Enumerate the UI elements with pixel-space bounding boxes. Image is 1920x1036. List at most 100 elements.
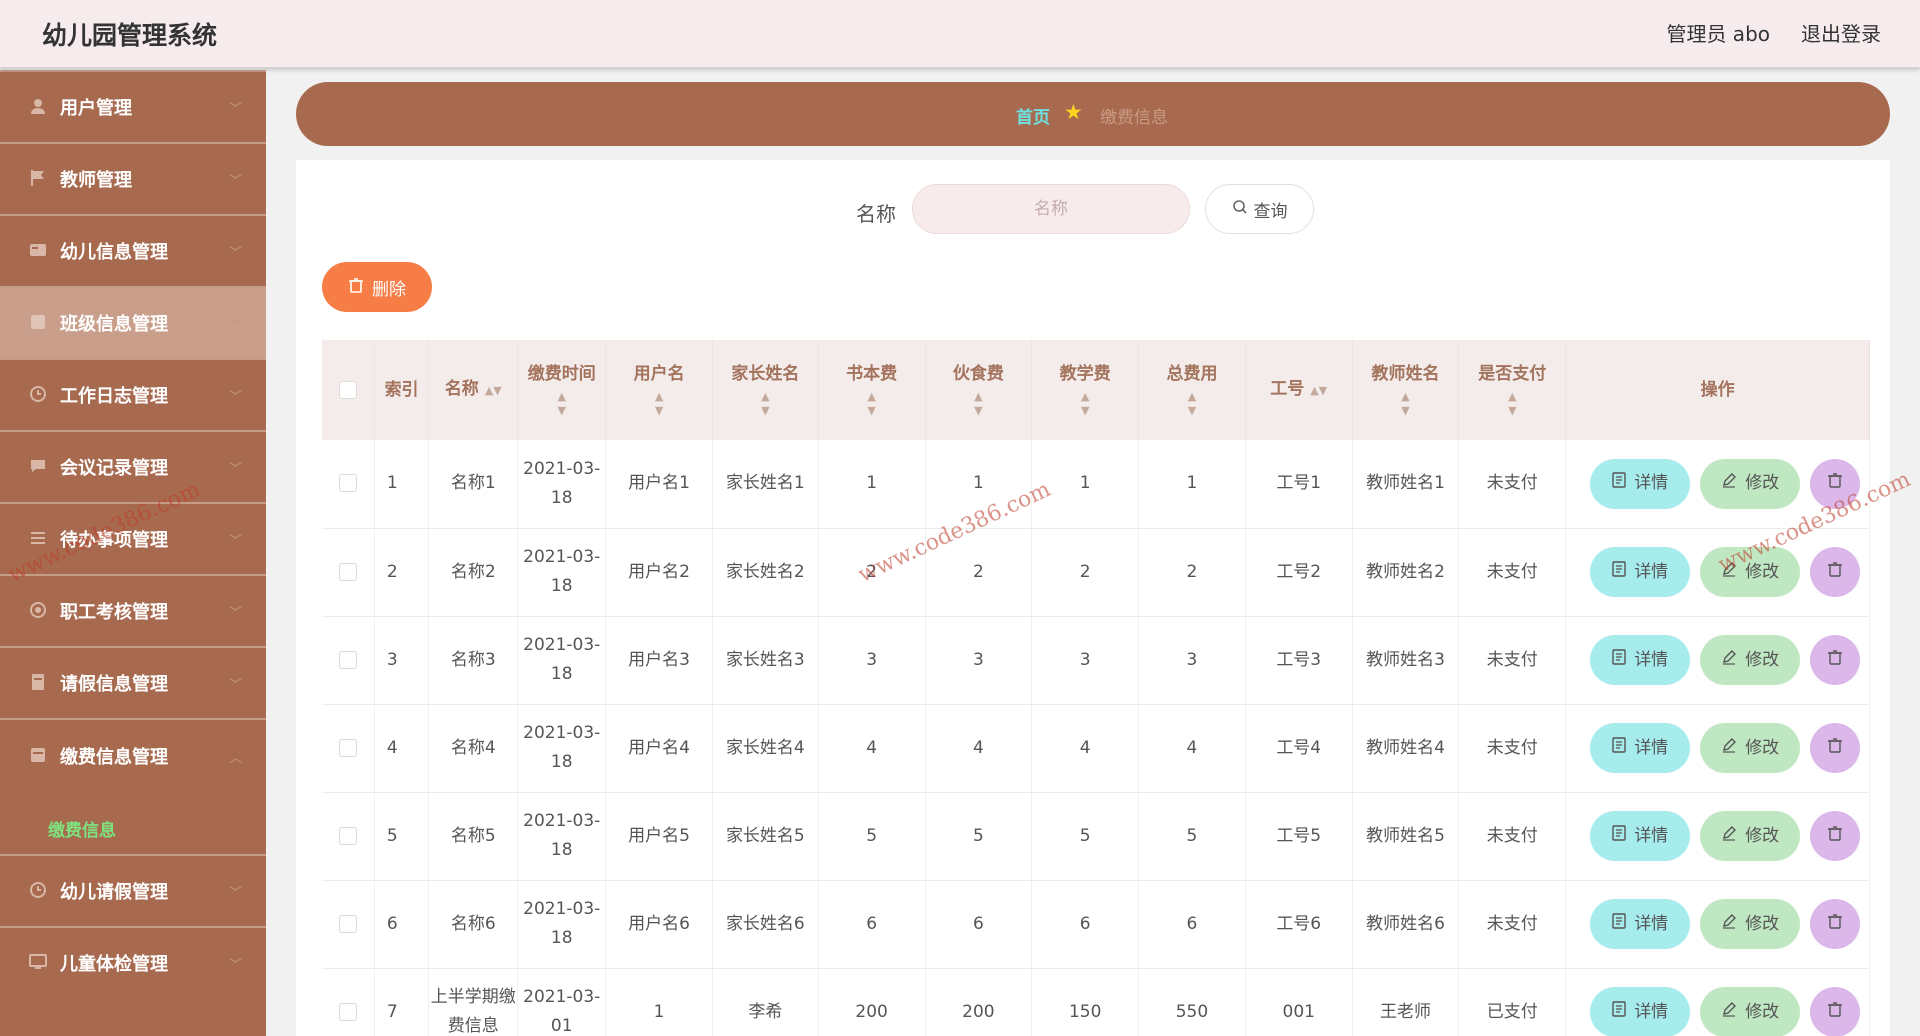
sidebar-item-health-check[interactable]: 儿童体检管理 ﹀	[0, 926, 266, 998]
row-checkbox[interactable]	[338, 474, 357, 493]
chevron-down-icon: ﹀	[228, 173, 242, 189]
sidebar-item-children[interactable]: 幼儿信息管理 ﹀	[0, 214, 266, 286]
breadcrumb-home[interactable]: 首页	[1016, 103, 1050, 128]
detail-button[interactable]: 详情	[1590, 458, 1691, 509]
chevron-down-icon: ﹀	[228, 677, 242, 693]
header-paid[interactable]: 是否支付 ▲ ▼	[1458, 340, 1567, 440]
search-input[interactable]	[912, 184, 1190, 234]
query-button[interactable]: 查询	[1205, 184, 1314, 234]
delete-button[interactable]	[1810, 811, 1861, 861]
trash-icon	[1828, 469, 1843, 498]
header-staff-id[interactable]: 工号 ▲▼	[1245, 340, 1353, 440]
sidebar-item-label: 教师管理	[60, 170, 132, 191]
row-checkbox[interactable]	[338, 826, 357, 845]
header-username[interactable]: 用户名 ▲ ▼	[605, 340, 713, 440]
batch-delete-button[interactable]: 删除	[322, 262, 432, 312]
cell-index: 3	[374, 616, 430, 704]
cell-paid: 未支付	[1458, 880, 1567, 968]
table-row: 1 名称1 2021-03-18 用户名1 家长姓名1 1 1 1 1 工号1 教师姓名1 未支付 详情…	[322, 440, 1870, 528]
header-label: 书本费	[846, 364, 898, 384]
edit-button[interactable]: 修改	[1700, 547, 1801, 597]
edit-button[interactable]: 修改	[1700, 899, 1801, 949]
cell-name: 上半学期缴费信息	[428, 968, 519, 1036]
cell-meal-fee: 200	[925, 968, 1033, 1036]
detail-button[interactable]: 详情	[1590, 811, 1691, 861]
header-label: 教师姓名	[1371, 364, 1440, 384]
delete-button[interactable]	[1810, 547, 1861, 597]
sidebar-item-teachers[interactable]: 教师管理 ﹀	[0, 142, 266, 214]
header-book-fee[interactable]: 书本费 ▲ ▼	[818, 340, 926, 440]
batch-delete-label: 删除	[372, 279, 406, 300]
delete-button[interactable]	[1810, 987, 1861, 1036]
cell-total-fee: 3	[1138, 616, 1246, 704]
delete-button[interactable]	[1810, 723, 1861, 773]
cell-teacher-name: 王老师	[1352, 968, 1460, 1036]
detail-button[interactable]: 详情	[1590, 899, 1691, 949]
cell-total-fee: 4	[1138, 704, 1246, 792]
cell-index: 4	[374, 704, 430, 792]
sidebar-subitem-payment-info[interactable]: 缴费信息	[48, 816, 116, 841]
row-checkbox[interactable]	[338, 738, 357, 757]
delete-button[interactable]	[1810, 635, 1861, 685]
edit-button[interactable]: 修改	[1700, 458, 1801, 509]
row-checkbox[interactable]	[338, 1002, 357, 1021]
cell-book-fee: 5	[818, 792, 926, 880]
main-panel: 名称 查询 删除 索引 名称 ▲▼ 缴费时间 ▲▼ 用户名 ▲▼ 家长姓名	[296, 160, 1890, 1036]
edit-button-label: 修改	[1745, 825, 1780, 846]
header-meal-fee[interactable]: 伙食费 ▲ ▼	[925, 340, 1033, 440]
cell-actions: 详情 修改	[1565, 968, 1870, 1036]
cell-parent-name: 家长姓名2	[712, 528, 819, 616]
doc-icon	[28, 673, 48, 693]
row-checkbox[interactable]	[338, 914, 357, 933]
header-tuition-fee[interactable]: 教学费 ▲ ▼	[1031, 340, 1140, 440]
sidebar-item-leave[interactable]: 请假信息管理 ﹀	[0, 646, 266, 718]
sidebar-item-meetings[interactable]: 会议记录管理 ﹀	[0, 430, 266, 502]
sort-icon: ▲▼	[1508, 390, 1517, 417]
select-all-checkbox[interactable]	[338, 381, 357, 399]
sidebar-item-todos[interactable]: 待办事项管理 ﹀	[0, 502, 266, 574]
edit-button[interactable]: 修改	[1700, 723, 1801, 773]
star-icon: ★	[1064, 100, 1083, 124]
detail-button[interactable]: 详情	[1590, 987, 1691, 1036]
trash-icon	[1828, 910, 1843, 939]
header-total-fee[interactable]: 总费用 ▲ ▼	[1138, 340, 1246, 440]
row-checkbox[interactable]	[338, 562, 357, 581]
delete-button[interactable]	[1810, 458, 1861, 509]
header-select-all[interactable]	[322, 340, 375, 440]
sidebar-item-payments[interactable]: 缴费信息管理 ︿	[0, 720, 266, 792]
delete-button[interactable]	[1810, 899, 1861, 949]
trash-icon	[1828, 558, 1843, 587]
header-name[interactable]: 名称 ▲▼	[428, 340, 519, 440]
target-icon	[28, 601, 48, 621]
row-checkbox[interactable]	[338, 650, 357, 669]
detail-button[interactable]: 详情	[1590, 723, 1691, 773]
admin-label: 管理员 abo	[1666, 22, 1770, 46]
sort-icon: ▲▼	[1401, 390, 1410, 417]
clock-icon	[28, 881, 48, 901]
header-pay-time[interactable]: 缴费时间 ▲ ▼	[517, 340, 607, 440]
sidebar-item-label: 请假信息管理	[60, 674, 168, 695]
logout-link[interactable]: 退出登录	[1801, 18, 1881, 47]
cell-username: 用户名5	[605, 792, 713, 880]
edit-button[interactable]: 修改	[1700, 811, 1801, 861]
sidebar-item-classes[interactable]: 班级信息管理 ﹀	[0, 286, 266, 358]
cell-total-fee: 1	[1138, 440, 1246, 528]
sidebar-item-worklog[interactable]: 工作日志管理 ﹀	[0, 358, 266, 430]
document-icon	[1612, 469, 1626, 498]
sidebar-item-child-leave[interactable]: 幼儿请假管理 ﹀	[0, 854, 266, 926]
header-teacher-name[interactable]: 教师姓名 ▲ ▼	[1352, 340, 1460, 440]
cell-teacher-name: 教师姓名1	[1352, 440, 1460, 528]
cell-book-fee: 2	[818, 528, 926, 616]
header-parent-name[interactable]: 家长姓名 ▲ ▼	[712, 340, 819, 440]
edit-button-label: 修改	[1745, 561, 1780, 582]
header-label: 教学费	[1059, 364, 1111, 384]
sidebar-item-assessment[interactable]: 职工考核管理 ﹀	[0, 574, 266, 646]
edit-button[interactable]: 修改	[1700, 635, 1801, 685]
detail-button[interactable]: 详情	[1590, 635, 1691, 685]
cell-select	[322, 616, 375, 704]
header-label: 是否支付	[1478, 364, 1547, 384]
edit-button[interactable]: 修改	[1700, 987, 1801, 1036]
detail-button[interactable]: 详情	[1590, 547, 1691, 597]
edit-icon	[1721, 822, 1737, 851]
sidebar-item-users[interactable]: 用户管理 ﹀	[0, 70, 266, 142]
